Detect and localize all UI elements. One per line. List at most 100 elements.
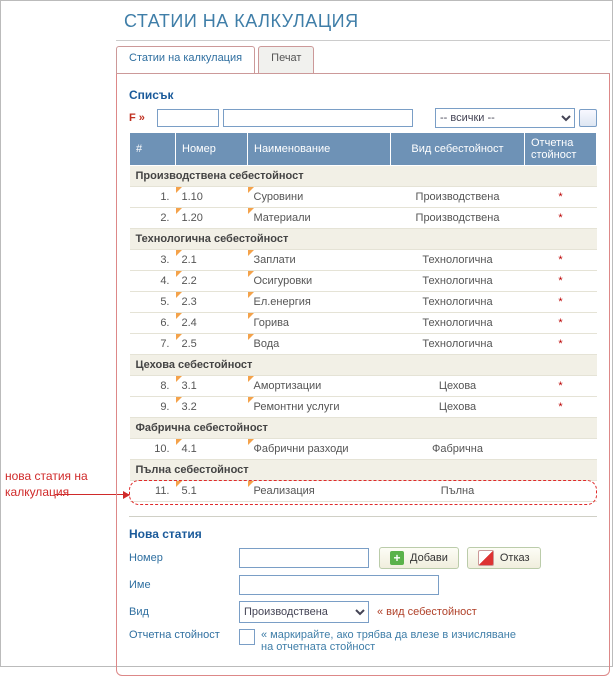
col-name[interactable]: Наименование: [248, 133, 391, 166]
tab-items[interactable]: Статии на калкулация: [116, 46, 255, 73]
cell-name: Вода: [248, 334, 391, 355]
cell-kind: Пълна: [391, 481, 525, 502]
cell-idx: 11.: [130, 481, 176, 502]
cell-mark: *: [525, 292, 597, 313]
filter-name-input[interactable]: [223, 109, 413, 127]
plus-icon: +: [390, 551, 404, 565]
cell-name: Заплати: [248, 250, 391, 271]
cell-name: Ел.енергия: [248, 292, 391, 313]
checkbox-acct[interactable]: [239, 629, 255, 645]
cell-num: 5.1: [176, 481, 248, 502]
cell-name: Горива: [248, 313, 391, 334]
cell-num: 1.10: [176, 187, 248, 208]
cell-kind: Технологична: [391, 292, 525, 313]
col-num[interactable]: Номер: [176, 133, 248, 166]
cell-idx: 4.: [130, 271, 176, 292]
new-item-title: Нова статия: [129, 527, 597, 541]
cell-num: 3.1: [176, 376, 248, 397]
table-row[interactable]: 7.2.5ВодаТехнологична*: [130, 334, 597, 355]
group-title: Пълна себестойност: [130, 460, 597, 481]
group-header: Производствена себестойност: [130, 166, 597, 187]
group-header: Пълна себестойност: [130, 460, 597, 481]
cancel-button-label: Отказ: [500, 552, 530, 564]
cell-name: Реализация: [248, 481, 391, 502]
cell-name: Материали: [248, 208, 391, 229]
select-kind[interactable]: Производствена: [239, 601, 369, 623]
cell-mark: *: [525, 187, 597, 208]
cell-idx: 7.: [130, 334, 176, 355]
cell-idx: 1.: [130, 187, 176, 208]
table-row[interactable]: 3.2.1ЗаплатиТехнологична*: [130, 250, 597, 271]
cell-idx: 3.: [130, 250, 176, 271]
filter-row: F » -- всички --: [129, 108, 597, 128]
cell-name: Фабрични разходи: [248, 439, 391, 460]
table-row[interactable]: 2.1.20МатериалиПроизводствена*: [130, 208, 597, 229]
group-title: Технологична себестойност: [130, 229, 597, 250]
tabs: Статии на калкулация Печат: [116, 45, 610, 74]
list-table: # Номер Наименование Вид себестойност От…: [129, 132, 597, 502]
table-row[interactable]: 1.1.10СуровиниПроизводствена*: [130, 187, 597, 208]
cell-num: 4.1: [176, 439, 248, 460]
cell-mark: *: [525, 271, 597, 292]
table-header: # Номер Наименование Вид себестойност От…: [130, 133, 597, 166]
label-kind: Вид: [129, 606, 239, 618]
group-header: Цехова себестойност: [130, 355, 597, 376]
group-header: Технологична себестойност: [130, 229, 597, 250]
filter-kind-select[interactable]: -- всички --: [435, 108, 575, 128]
cell-name: Ремонтни услуги: [248, 397, 391, 418]
tab-print[interactable]: Печат: [258, 46, 314, 73]
input-number[interactable]: [239, 548, 369, 568]
cell-name: Осигуровки: [248, 271, 391, 292]
label-acct: Отчетна стойност: [129, 629, 239, 641]
cell-idx: 2.: [130, 208, 176, 229]
cell-mark: *: [525, 376, 597, 397]
add-button[interactable]: + Добави: [379, 547, 459, 569]
col-kind[interactable]: Вид себестойност: [391, 133, 525, 166]
cell-kind: Технологична: [391, 271, 525, 292]
cell-idx: 5.: [130, 292, 176, 313]
form-row-number: Номер + Добави Отказ: [129, 547, 597, 569]
cell-mark: *: [525, 397, 597, 418]
input-name[interactable]: [239, 575, 439, 595]
title-divider: [116, 40, 610, 41]
table-row[interactable]: 6.2.4ГориваТехнологична*: [130, 313, 597, 334]
form-row-kind: Вид Производствена « вид себестойност: [129, 601, 597, 623]
col-acct[interactable]: Отчетна стойност: [525, 133, 597, 166]
cell-num: 2.4: [176, 313, 248, 334]
cell-num: 2.1: [176, 250, 248, 271]
cancel-icon: [478, 550, 494, 566]
form-row-acct: Отчетна стойност « маркирайте, ако трябв…: [129, 629, 597, 653]
cell-mark: [525, 481, 597, 502]
cell-idx: 8.: [130, 376, 176, 397]
cancel-button[interactable]: Отказ: [467, 547, 541, 569]
cell-mark: *: [525, 334, 597, 355]
col-idx[interactable]: #: [130, 133, 176, 166]
cell-num: 2.3: [176, 292, 248, 313]
section-divider: [129, 516, 597, 517]
table-row[interactable]: 5.2.3Ел.енергияТехнологична*: [130, 292, 597, 313]
cell-name: Амортизации: [248, 376, 391, 397]
table-row[interactable]: 8.3.1АмортизацииЦехова*: [130, 376, 597, 397]
group-title: Производствена себестойност: [130, 166, 597, 187]
cell-kind: Цехова: [391, 397, 525, 418]
cell-kind: Технологична: [391, 313, 525, 334]
cell-kind: Цехова: [391, 376, 525, 397]
panel: Списък F » -- всички -- # Номер Наименов…: [116, 74, 610, 676]
cell-mark: *: [525, 208, 597, 229]
filter-go-button[interactable]: [579, 109, 597, 127]
cell-kind: Производствена: [391, 208, 525, 229]
cell-idx: 6.: [130, 313, 176, 334]
cell-mark: *: [525, 250, 597, 271]
table-row[interactable]: 11.5.1РеализацияПълна: [130, 481, 597, 502]
cell-kind: Технологична: [391, 334, 525, 355]
table-row[interactable]: 10.4.1Фабрични разходиФабрична: [130, 439, 597, 460]
table-row[interactable]: 9.3.2Ремонтни услугиЦехова*: [130, 397, 597, 418]
group-header: Фабрична себестойност: [130, 418, 597, 439]
table-row[interactable]: 4.2.2ОсигуровкиТехнологична*: [130, 271, 597, 292]
acct-hint: « маркирайте, ако трябва да влезе в изчи…: [261, 629, 521, 653]
filter-number-input[interactable]: [157, 109, 219, 127]
kind-hint: « вид себестойност: [377, 606, 477, 618]
filter-label: F »: [129, 112, 153, 124]
group-title: Фабрична себестойност: [130, 418, 597, 439]
cell-idx: 9.: [130, 397, 176, 418]
